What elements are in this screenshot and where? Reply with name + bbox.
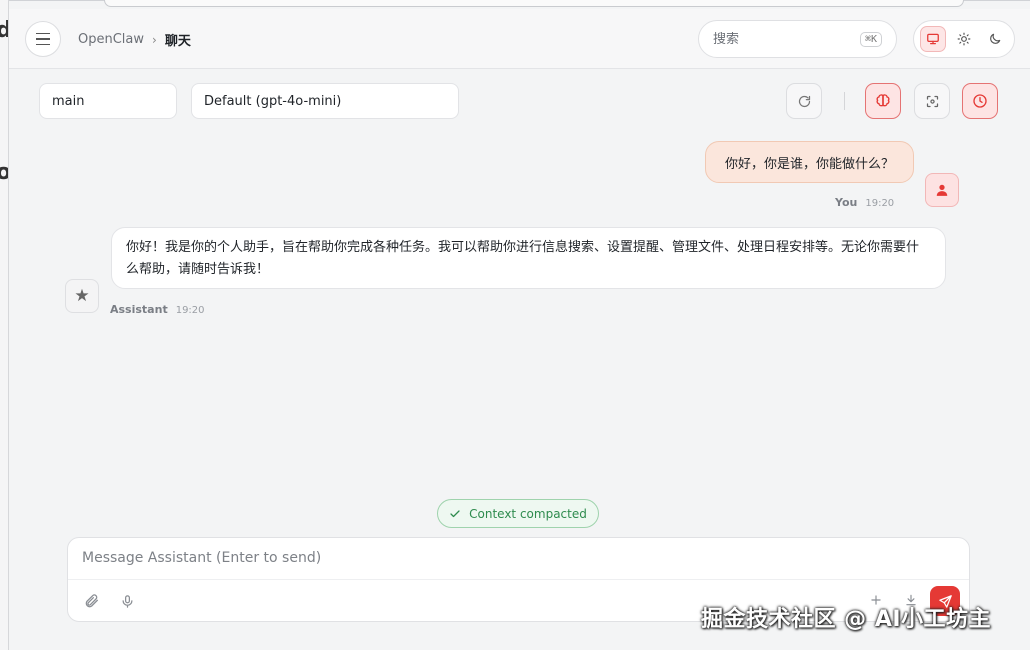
- window-top-edge: [104, 0, 964, 7]
- user-message-meta: You 19:20: [835, 196, 894, 209]
- assistant-avatar: ★: [65, 279, 99, 313]
- star-icon: ★: [74, 286, 90, 306]
- context-compacted-badge: Context compacted: [437, 499, 599, 528]
- menu-button[interactable]: [25, 21, 61, 57]
- sun-icon: [957, 32, 971, 46]
- top-bar: OpenClaw › 聊天 ⌘K: [9, 9, 1030, 69]
- paperclip-icon: [85, 594, 98, 608]
- scheduled-tasks-button[interactable]: [962, 83, 998, 119]
- thinking-toggle-button[interactable]: [865, 83, 901, 119]
- watermark-text: 掘金技术社区 @ AI小工坊主: [701, 607, 992, 632]
- breadcrumb: OpenClaw › 聊天: [78, 30, 191, 49]
- user-message-sender: You: [835, 196, 858, 209]
- user-avatar: [925, 173, 959, 207]
- moon-icon: [989, 33, 1000, 44]
- assistant-message-bubble: 你好！我是你的个人助手，旨在帮助你完成各种任务。我可以帮助你进行信息搜索、设置提…: [111, 227, 946, 289]
- background-window-edge: d o: [0, 0, 9, 650]
- search-input[interactable]: [713, 31, 833, 47]
- user-message-time: 19:20: [865, 198, 895, 209]
- theme-dark-button[interactable]: [982, 26, 1008, 52]
- mic-icon: [122, 594, 132, 608]
- assistant-message-meta: Assistant 19:20: [110, 303, 205, 316]
- theme-light-button[interactable]: [951, 26, 977, 52]
- session-select[interactable]: main: [39, 83, 177, 119]
- search-shortcut-badge: ⌘K: [859, 31, 882, 47]
- message-input[interactable]: [68, 538, 969, 580]
- model-select[interactable]: Default (gpt-4o-mini): [191, 83, 459, 119]
- breadcrumb-separator: ›: [152, 32, 157, 47]
- breadcrumb-current: 聊天: [164, 34, 191, 49]
- context-compacted-label: Context compacted: [469, 506, 587, 521]
- toolbar-divider: [844, 92, 845, 110]
- breadcrumb-root[interactable]: OpenClaw: [78, 32, 144, 47]
- voice-input-button[interactable]: [115, 589, 139, 613]
- focus-mode-button[interactable]: [914, 83, 950, 119]
- assistant-message-sender: Assistant: [110, 303, 168, 316]
- user-icon: [936, 184, 948, 196]
- check-icon: [450, 509, 460, 517]
- clock-icon: [973, 94, 987, 108]
- theme-switcher: [913, 20, 1015, 58]
- brain-icon: [876, 94, 890, 107]
- theme-system-button[interactable]: [920, 26, 947, 52]
- assistant-message-time: 19:20: [175, 305, 205, 316]
- menu-icon: [36, 31, 50, 48]
- monitor-icon: [927, 33, 940, 45]
- focus-icon: [926, 95, 938, 107]
- search-box[interactable]: ⌘K: [698, 20, 897, 58]
- app-window: OpenClaw › 聊天 ⌘K main Default (gpt-4o-mi…: [9, 0, 1030, 650]
- user-message-text: 你好，你是谁，你能做什么？: [724, 156, 894, 172]
- assistant-message-text: 你好！我是你的个人助手，旨在帮助你完成各种任务。我可以帮助你进行信息搜索、设置提…: [126, 240, 920, 277]
- refresh-button[interactable]: [786, 83, 822, 119]
- user-message-bubble: 你好，你是谁，你能做什么？: [705, 141, 914, 183]
- refresh-icon: [798, 95, 810, 107]
- attach-button[interactable]: [80, 589, 104, 613]
